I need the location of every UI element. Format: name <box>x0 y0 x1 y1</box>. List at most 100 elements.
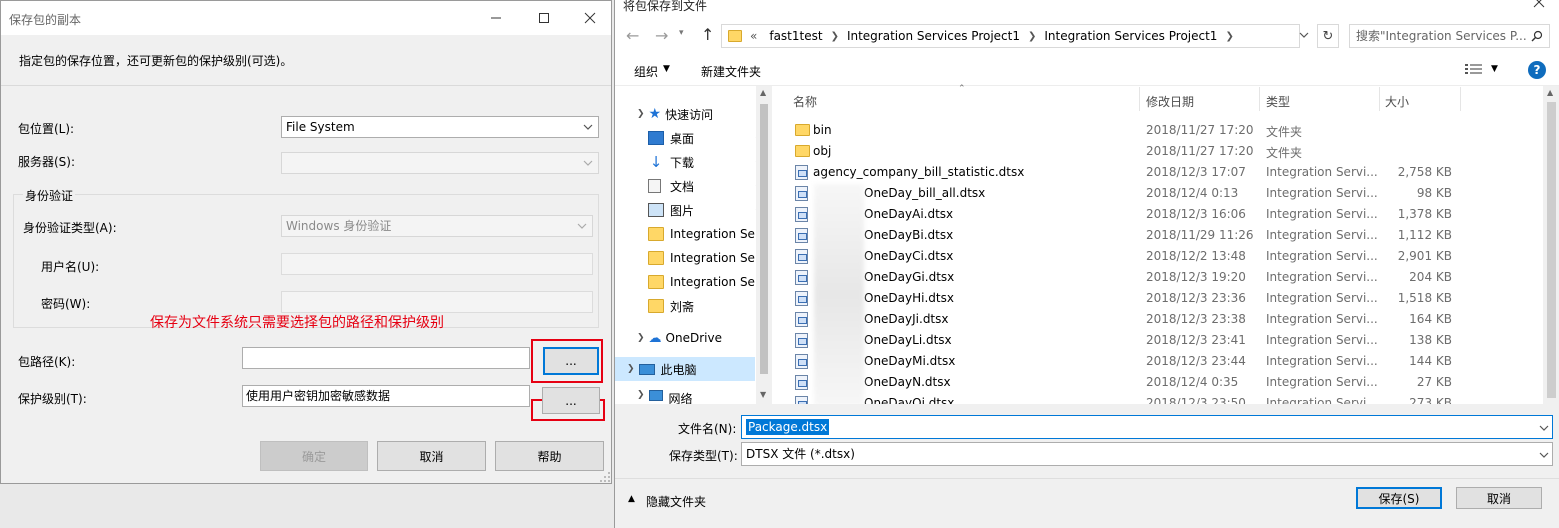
filename-value: Package.dtsx <box>746 419 830 435</box>
file-list-row[interactable]: OneDayLi.dtsx 2018/12/3 23:41 Integration … <box>787 330 1544 351</box>
package-location-value: File System <box>286 120 355 134</box>
filetype-dropdown-icon[interactable] <box>1539 451 1549 459</box>
column-separator[interactable] <box>1460 87 1461 111</box>
column-separator[interactable] <box>1139 87 1140 111</box>
column-separator[interactable] <box>1259 87 1260 111</box>
file-type: Integration Servi... <box>1266 165 1378 179</box>
back-arrow-icon[interactable]: ← <box>626 26 639 45</box>
breadcrumb-separator-icon[interactable]: ❯ <box>1225 31 1233 42</box>
address-dropdown-icon[interactable] <box>1299 31 1309 39</box>
recent-locations-chevron-icon[interactable]: ▾ <box>679 28 684 38</box>
ok-button[interactable]: 确定 <box>260 441 368 471</box>
username-input[interactable] <box>281 253 593 275</box>
protection-level-field[interactable]: 使用用户密钥加密敏感数据 <box>242 385 530 407</box>
breadcrumb-fast1test[interactable]: fast1test <box>769 29 822 43</box>
password-input[interactable] <box>281 291 593 313</box>
filename-input[interactable]: Package.dtsx <box>741 415 1553 439</box>
column-header-size[interactable]: 大小 <box>1385 93 1409 110</box>
redacted-area <box>814 184 864 406</box>
address-bar[interactable]: « fast1test ❯ Integration Services Proje… <box>721 24 1300 48</box>
package-location-select[interactable]: File System <box>281 116 599 138</box>
nav-item-network[interactable]: ❯ 网络 <box>637 390 771 404</box>
column-separator[interactable] <box>1379 87 1380 111</box>
cancel-button[interactable]: 取消 <box>377 441 486 471</box>
expand-chevron-icon[interactable]: ❯ <box>637 333 645 343</box>
nav-item-label: 下载 <box>670 155 695 170</box>
breadcrumb-subproject[interactable]: Integration Services Project1 <box>1044 29 1217 43</box>
protection-level-browse-button[interactable]: ... <box>542 387 600 414</box>
file-name: OneDayAi.dtsx <box>864 207 954 221</box>
title-bar[interactable]: 保存包的副本 <box>1 1 611 35</box>
file-list-row[interactable]: OneDayAi.dtsx 2018/12/3 16:06 Integration … <box>787 204 1544 225</box>
dtsx-file-icon <box>795 312 808 327</box>
expand-chevron-icon[interactable]: ❯ <box>637 109 645 119</box>
nav-item-quick-access[interactable]: ❯ ★ 快速访问 <box>637 103 771 125</box>
help-button[interactable]: 帮助 <box>495 441 604 471</box>
close-button[interactable] <box>567 1 613 35</box>
maximize-button[interactable] <box>521 1 567 35</box>
star-icon: ★ <box>648 106 662 122</box>
close-icon[interactable] <box>1533 0 1545 8</box>
file-icon-wrap <box>795 312 808 330</box>
nav-item-label: 图片 <box>670 203 695 218</box>
package-path-browse-button[interactable]: ... <box>543 347 599 375</box>
scrollbar-thumb[interactable] <box>760 104 768 374</box>
file-list-row[interactable]: OneDayCi.dtsx 2018/12/2 13:48 Integration … <box>787 246 1544 267</box>
file-list-row[interactable]: OneDayHi.dtsx 2018/12/3 23:36 Integration … <box>787 288 1544 309</box>
folder-icon <box>648 227 664 241</box>
package-path-input[interactable] <box>242 347 530 369</box>
auth-type-value: Windows 身份验证 <box>286 219 392 233</box>
filetype-select[interactable]: DTSX 文件 (*.dtsx) <box>741 442 1553 466</box>
file-list-row[interactable]: OneDayMi.dtsx 2018/12/3 23:44 Integration … <box>787 351 1544 372</box>
save-button[interactable]: 保存(S) <box>1356 487 1442 509</box>
organize-chevron-icon[interactable]: ▼ <box>663 64 670 74</box>
minimize-button[interactable] <box>473 1 519 35</box>
hide-folders-toggle[interactable]: 隐藏文件夹 <box>646 493 706 510</box>
file-list-row[interactable]: OneDayN.dtsx 2018/12/4 0:35 Integration Se… <box>787 372 1544 393</box>
nav-item-this-pc[interactable]: ❯ 此电脑 <box>627 358 761 380</box>
organize-button[interactable]: 组织 <box>634 63 658 80</box>
new-folder-button[interactable]: 新建文件夹 <box>701 63 761 80</box>
breadcrumb-separator-icon[interactable]: ❯ <box>831 31 839 42</box>
nav-item-onedrive[interactable]: ❯ ☁ OneDrive <box>637 327 771 349</box>
column-header-name[interactable]: 名称 <box>793 93 817 110</box>
resize-grip-icon[interactable] <box>599 471 611 483</box>
hide-folders-chevron-icon[interactable]: ▲ <box>628 494 635 504</box>
breadcrumb-project[interactable]: Integration Services Project1 <box>847 29 1020 43</box>
auth-type-select[interactable]: Windows 身份验证 <box>281 215 593 237</box>
scrollbar-thumb[interactable] <box>1547 102 1556 398</box>
save-package-to-file-dialog: 将包保存到文件 ← → ▾ ↑ « fast1test ❯ Integratio… <box>614 0 1559 528</box>
scroll-up-icon[interactable]: ▲ <box>1547 88 1553 97</box>
ok-label: 确定 <box>301 449 326 464</box>
breadcrumb-separator-icon[interactable]: ❯ <box>1028 31 1036 42</box>
up-arrow-icon[interactable]: ↑ <box>701 25 714 44</box>
search-input[interactable]: 搜索"Integration Services P... <box>1349 24 1550 48</box>
file-list-row[interactable]: obj 2018/11/27 17:20 文件夹 <box>787 141 1544 162</box>
file-list-row[interactable]: OneDayOi.dtsx 2018/12/3 23:50 Integration … <box>787 393 1544 404</box>
view-options-icon[interactable] <box>1465 63 1483 75</box>
scroll-down-icon[interactable]: ▼ <box>760 390 766 399</box>
file-list-row[interactable]: agency_company_bill_statistic.dtsx 2018/1… <box>787 162 1544 183</box>
cancel-button[interactable]: 取消 <box>1456 487 1542 509</box>
file-name: OneDayHi.dtsx <box>864 291 954 305</box>
server-select[interactable] <box>281 152 599 174</box>
view-chevron-icon[interactable]: ▼ <box>1491 64 1498 74</box>
help-icon[interactable]: ? <box>1528 61 1546 79</box>
file-list-scrollbar[interactable]: ▲ <box>1543 86 1559 404</box>
expand-chevron-icon[interactable]: ❯ <box>627 364 635 374</box>
file-list-row[interactable]: OneDay_bill_all.dtsx 2018/12/4 0:13 Integr… <box>787 183 1544 204</box>
file-list-row[interactable]: bin 2018/11/27 17:20 文件夹 <box>787 120 1544 141</box>
nav-scrollbar[interactable]: ▲ ▼ <box>756 86 772 404</box>
file-type: Integration Servi... <box>1266 333 1378 347</box>
column-header-date[interactable]: 修改日期 <box>1146 93 1194 110</box>
address-overflow[interactable]: « <box>750 29 757 43</box>
file-list-row[interactable]: OneDayGi.dtsx 2018/12/3 19:20 Integration … <box>787 267 1544 288</box>
refresh-button[interactable]: ↻ <box>1317 24 1339 48</box>
file-list-row[interactable]: OneDayJi.dtsx 2018/12/3 23:38 Integration … <box>787 309 1544 330</box>
column-header-type[interactable]: 类型 <box>1266 93 1290 110</box>
forward-arrow-icon[interactable]: → <box>655 26 668 45</box>
scroll-up-icon[interactable]: ▲ <box>760 88 766 97</box>
expand-chevron-icon[interactable]: ❯ <box>637 390 645 400</box>
filename-dropdown-icon[interactable] <box>1539 424 1549 432</box>
file-list-row[interactable]: OneDayBi.dtsx 2018/11/29 11:26 Integration… <box>787 225 1544 246</box>
